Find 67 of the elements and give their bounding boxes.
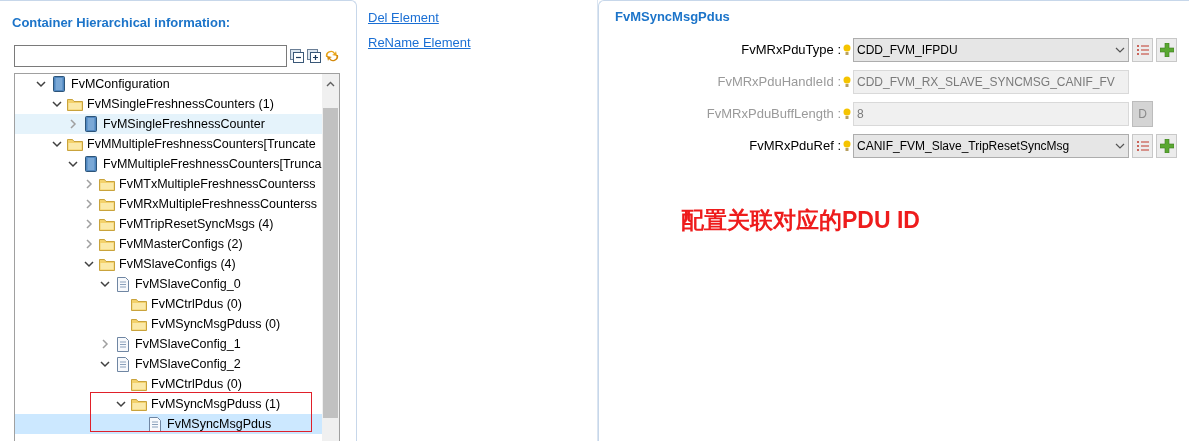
lightbulb-icon[interactable] — [843, 44, 851, 56]
folder-icon — [99, 177, 115, 191]
action-link[interactable]: Del Element — [368, 8, 439, 28]
add-button[interactable] — [1156, 134, 1177, 158]
lightbulb-icon[interactable] — [843, 140, 851, 152]
field-label: FvMRxPduBuffLength : — [705, 105, 841, 124]
dropdown[interactable]: CANIF_FVM_Slave_TripResetSyncMsg — [853, 134, 1129, 158]
folder-icon — [99, 217, 115, 231]
folder-icon — [67, 97, 83, 111]
tree-item[interactable]: FvMSlaveConfig_0 — [15, 274, 322, 294]
list-button[interactable] — [1132, 38, 1153, 62]
tree-item[interactable]: FvMCtrlPdus (0) — [15, 294, 322, 314]
tree-item[interactable]: FvMSlaveConfigs (4) — [15, 254, 322, 274]
field-label: FvMRxPduHandleId : — [716, 73, 841, 92]
folder-icon — [131, 317, 147, 331]
annotation-text: 配置关联对应的PDU ID — [681, 206, 920, 235]
tree-item[interactable]: FvMSlaveConfig_1 — [15, 334, 322, 354]
tree-item[interactable]: FvMMultipleFreshnessCounters[Truncate — [15, 134, 322, 154]
tree-item[interactable]: FvMSingleFreshnessCounter — [15, 114, 322, 134]
folder-icon — [67, 137, 83, 151]
tree-item[interactable]: FvMMasterConfigs (2) — [15, 234, 322, 254]
expand-all-icon[interactable] — [307, 49, 321, 63]
tree-item[interactable]: FvMCtrlPdus (0) — [15, 374, 322, 394]
filter-field[interactable] — [14, 45, 287, 67]
plus-icon — [1159, 139, 1174, 153]
folder-icon — [99, 197, 115, 211]
tree-item[interactable]: FvMTripResetSyncMsgs (4) — [15, 214, 322, 234]
lightbulb-icon[interactable] — [843, 76, 851, 88]
editor-title: FvMSyncMsgPdus — [615, 8, 730, 26]
module-icon — [53, 76, 65, 92]
tree-item[interactable]: FvMMultipleFreshnessCounters[Trunca — [15, 154, 322, 174]
tree-item[interactable]: FvMSyncMsgPdus — [15, 414, 322, 434]
tree-item[interactable]: FvMSingleFreshnessCounters (1) — [15, 94, 322, 114]
tree-item[interactable]: FvMSlaveConfig_2 — [15, 354, 322, 374]
field-label: FvMRxPduType : — [740, 41, 841, 60]
tree-item[interactable]: FvMConfiguration — [15, 74, 322, 94]
tree-item[interactable]: FvMSyncMsgPduss (1) — [15, 394, 322, 414]
folder-icon — [99, 237, 115, 251]
folder-icon — [131, 297, 147, 311]
chevron-down-icon — [1115, 47, 1125, 53]
scroll-up-icon[interactable] — [326, 81, 335, 87]
scroll-thumb[interactable] — [323, 108, 338, 418]
document-icon — [149, 416, 161, 432]
field-label: FvMRxPduRef : — [748, 137, 841, 156]
document-icon — [117, 276, 129, 292]
dropdown[interactable]: CDD_FVM_IFPDU — [853, 38, 1129, 62]
action-link[interactable]: ReName Element — [368, 32, 471, 52]
list-icon — [1136, 45, 1149, 55]
document-icon — [117, 336, 129, 352]
module-icon — [85, 116, 97, 132]
folder-icon — [131, 377, 147, 391]
collapse-all-icon[interactable] — [290, 49, 304, 63]
list-button[interactable] — [1132, 134, 1153, 158]
lightbulb-icon[interactable] — [843, 108, 851, 120]
scrollbar[interactable] — [322, 74, 339, 441]
folder-icon — [99, 257, 115, 271]
panel-title: Container Hierarchical information: — [12, 14, 231, 32]
chevron-down-icon — [1115, 143, 1125, 149]
module-icon — [85, 156, 97, 172]
tree-item[interactable]: FvMTxMultipleFreshnessCounterss — [15, 174, 322, 194]
plus-icon — [1159, 43, 1174, 57]
document-icon — [117, 356, 129, 372]
folder-icon — [131, 397, 147, 411]
list-icon — [1136, 141, 1149, 151]
tree-item[interactable]: FvMRxMultipleFreshnessCounterss — [15, 194, 322, 214]
add-button[interactable] — [1156, 38, 1177, 62]
tree-item[interactable]: FvMSyncMsgPduss (0) — [15, 314, 322, 334]
